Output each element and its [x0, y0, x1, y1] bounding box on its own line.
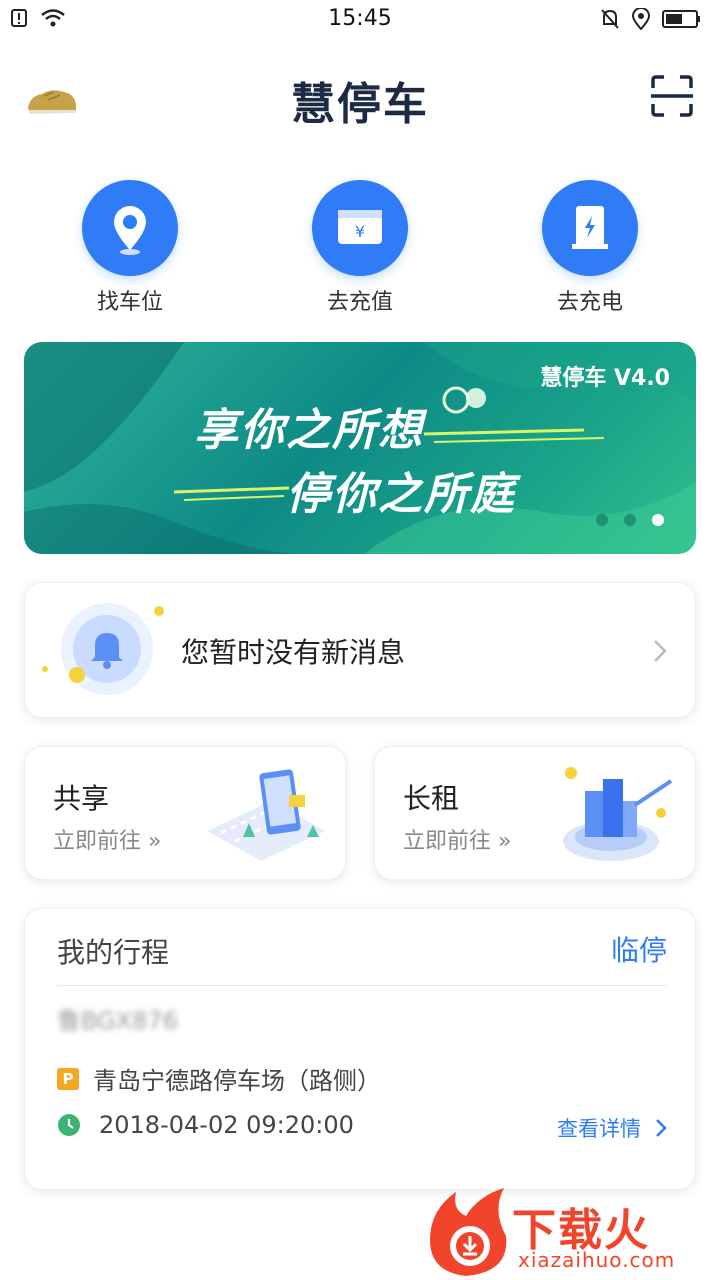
banner-brand: 慧停车 V4.0	[540, 366, 670, 391]
shared-illustration-icon	[207, 769, 325, 861]
flame-logo-icon	[430, 1188, 507, 1276]
quick-action-recharge[interactable]: ¥ 去充值	[280, 180, 440, 316]
app-title: 慧停车	[291, 79, 429, 130]
long-term-rental-card[interactable]: 长租 立即前往 »	[374, 746, 696, 880]
message-card[interactable]: 您暂时没有新消息	[24, 582, 696, 718]
license-plate: 鲁BGX876	[57, 1007, 178, 1035]
card-title: 共享	[53, 782, 110, 815]
quick-action-label: 去充电	[556, 290, 623, 315]
chevron-right-icon	[654, 640, 667, 662]
charging-station-icon	[572, 206, 608, 249]
view-details-label: 查看详情	[557, 1117, 641, 1141]
trip-time-row: 2018-04-02 09:20:00	[57, 1111, 354, 1139]
banner-headline-1: 享你之所想	[194, 405, 424, 456]
message-text: 您暂时没有新消息	[181, 636, 406, 669]
carousel-dot[interactable]	[624, 514, 636, 526]
quick-action-label: 去充值	[326, 290, 393, 315]
status-right-icons	[600, 8, 702, 30]
svg-text:¥: ¥	[355, 222, 365, 241]
quick-action-label: 找车位	[96, 290, 163, 315]
trip-start-time: 2018-04-02 09:20:00	[99, 1111, 354, 1139]
bell-muted-icon	[601, 9, 619, 29]
banner-headline-2: 停你之所庭	[286, 469, 516, 520]
location-icon	[632, 8, 650, 30]
parking-lot-name: 青岛宁德路停车场（路侧）	[93, 1067, 381, 1095]
quick-action-find-parking[interactable]: 找车位	[50, 180, 210, 316]
app-header: 慧停车	[0, 60, 720, 140]
scan-icon[interactable]	[650, 74, 694, 118]
quick-action-circle	[82, 180, 178, 276]
card-link: 立即前往 »	[53, 829, 162, 854]
battery-icon	[662, 10, 700, 28]
carousel-dot-active[interactable]	[652, 514, 664, 526]
wallet-icon: ¥	[338, 210, 382, 244]
trip-title: 我的行程	[57, 936, 170, 969]
bell-icon	[42, 603, 164, 695]
promo-banner[interactable]: 慧停车 V4.0 享你之所想 停你之所庭	[24, 342, 696, 554]
quick-action-circle	[542, 180, 638, 276]
watermark: 下载火 xiazaihuo.com	[426, 1186, 720, 1280]
shared-parking-card[interactable]: 共享 立即前往 »	[24, 746, 346, 880]
trip-type-tag[interactable]: 临停	[611, 929, 667, 969]
location-pin-icon	[114, 206, 146, 255]
quick-action-circle: ¥	[312, 180, 408, 276]
quick-action-charging[interactable]: 去充电	[510, 180, 670, 316]
clock-icon	[58, 1114, 80, 1136]
rental-illustration-icon	[563, 767, 673, 861]
carousel-dot[interactable]	[596, 514, 608, 526]
status-bar: 15:45	[0, 0, 720, 40]
chevron-right-icon	[656, 1119, 667, 1137]
trip-location-row: P 青岛宁德路停车场（路侧）	[57, 1061, 381, 1096]
card-title: 长租	[403, 782, 460, 815]
my-trip-card: 我的行程 临停 鲁BGX876 P 青岛宁德路停车场（路侧） 2018-04-0…	[24, 908, 696, 1190]
watermark-url: xiazaihuo.com	[518, 1248, 676, 1272]
divider	[57, 985, 667, 986]
parking-icon: P	[57, 1067, 79, 1090]
view-details-link[interactable]: 查看详情	[557, 1113, 667, 1143]
card-link: 立即前往 »	[403, 829, 512, 854]
